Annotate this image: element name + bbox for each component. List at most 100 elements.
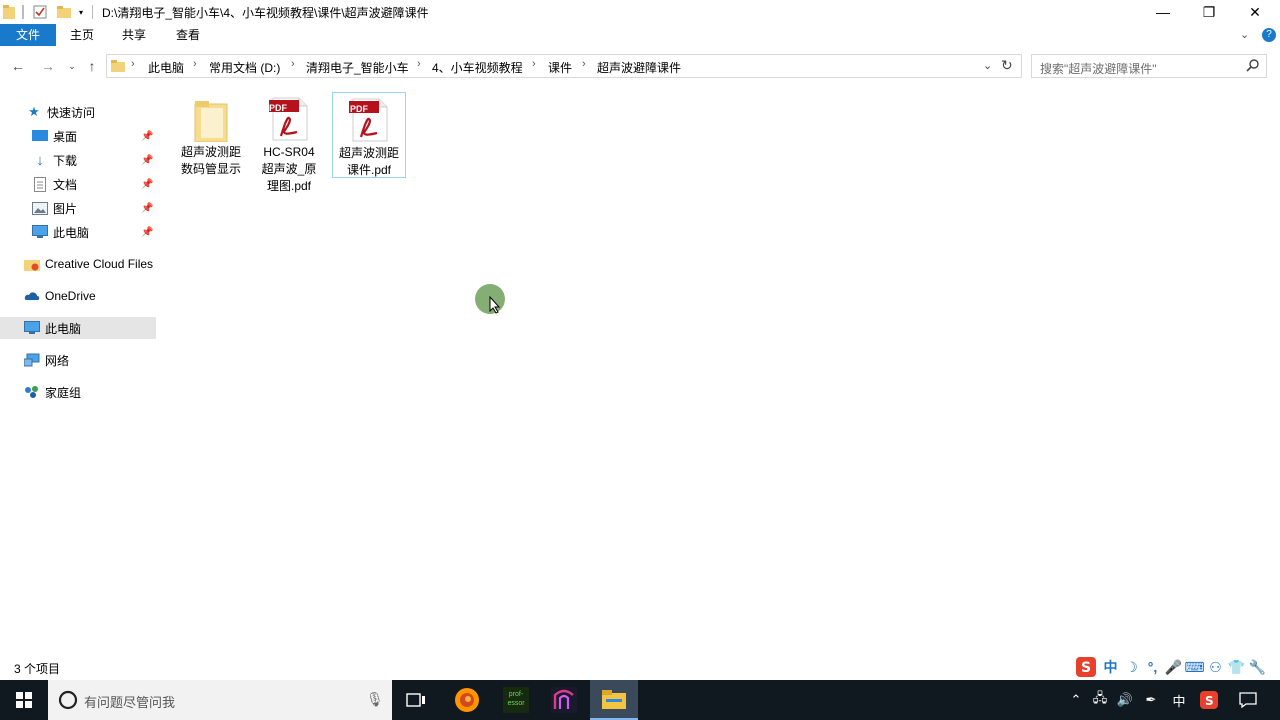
creative-cloud-folder-icon <box>24 256 40 272</box>
nav-quick-access[interactable]: ★ 快速访问 <box>0 101 156 123</box>
computer-icon <box>32 224 48 240</box>
pin-icon[interactable]: 📌 <box>141 131 153 142</box>
breadcrumb-smartcar[interactable]: 清翔电子_智能小车 <box>306 59 409 76</box>
network-icon <box>24 352 40 368</box>
cortana-search-box[interactable]: 有问题尽管问我 🎙 <box>48 680 392 720</box>
keil-app-icon[interactable] <box>540 680 588 720</box>
minimize-button[interactable]: — <box>1140 0 1186 24</box>
breadcrumb-separator[interactable]: › <box>193 58 197 70</box>
sogou-logo-icon[interactable]: S <box>1072 656 1100 678</box>
pen-icon[interactable]: ✒ <box>1140 680 1162 720</box>
search-box[interactable]: 搜索"超声波避障课件" <box>1031 54 1267 78</box>
properties-icon[interactable] <box>32 3 48 21</box>
nav-label: 桌面 <box>53 129 78 144</box>
breadcrumb-courseware[interactable]: 课件 <box>548 59 572 76</box>
file-label: HC-SR04 超声波_原 理图.pdf <box>261 145 317 193</box>
nav-label: 快速访问 <box>47 105 96 120</box>
title-bar: ▾ D:\清翔电子_智能小车\4、小车视频教程\课件\超声波避障课件 — ❐ ✕ <box>0 0 1280 24</box>
tab-file[interactable]: 文件 <box>0 24 56 46</box>
notification-center-icon[interactable] <box>1234 680 1262 720</box>
help-icon[interactable]: ? <box>1262 28 1276 42</box>
nav-this-pc[interactable]: 此电脑 <box>0 317 156 339</box>
refresh-icon[interactable]: ↻ <box>1001 57 1013 74</box>
download-arrow-icon: ↓ <box>36 151 44 169</box>
ribbon-tabs: 文件 主页 共享 查看 ⌄ ? <box>0 24 1280 46</box>
tab-home[interactable]: 主页 <box>62 24 102 46</box>
breadcrumb-drive-d[interactable]: 常用文档 (D:) <box>209 59 280 76</box>
tab-share[interactable]: 共享 <box>114 24 154 46</box>
svg-text:S: S <box>1081 660 1091 676</box>
close-button[interactable]: ✕ <box>1232 0 1278 24</box>
breadcrumb-separator[interactable]: › <box>532 58 536 70</box>
nav-creative-cloud[interactable]: Creative Cloud Files <box>0 253 156 275</box>
moon-icon[interactable]: ☽ <box>1121 656 1142 678</box>
address-bar[interactable]: › 此电脑 › 常用文档 (D:) › 清翔电子_智能小车 › 4、小车视频教程… <box>106 54 1022 78</box>
network-tray-icon[interactable]: 🖧 <box>1090 680 1110 720</box>
file-item-pdf-selected[interactable]: PDF 超声波测距 课件.pdf <box>332 92 406 178</box>
recent-locations-icon[interactable]: ⌄ <box>62 56 82 76</box>
homegroup-icon <box>24 384 40 400</box>
nav-downloads[interactable]: ↓ 下载 📌 <box>0 149 156 171</box>
breadcrumb-separator[interactable]: › <box>417 58 421 70</box>
wrench-icon[interactable]: 🔧 <box>1247 656 1268 678</box>
nav-this-pc-quick[interactable]: 此电脑 📌 <box>0 221 156 243</box>
pdf-file-icon: PDF <box>252 92 326 142</box>
file-item-pdf[interactable]: PDF HC-SR04 超声波_原 理图.pdf <box>252 92 326 195</box>
new-folder-icon[interactable] <box>56 3 72 21</box>
pin-icon[interactable]: 📌 <box>141 227 153 238</box>
ime-mode-indicator[interactable]: 中 <box>1100 656 1121 678</box>
professor-app-icon[interactable]: prof- essor <box>492 680 540 720</box>
pdf-badge-text: PDF <box>269 103 287 113</box>
nav-homegroup[interactable]: 家庭组 <box>0 381 156 403</box>
window-title: D:\清翔电子_智能小车\4、小车视频教程\课件\超声波避障课件 <box>102 6 429 20</box>
file-label: 超声波测距 课件.pdf <box>338 146 399 177</box>
user-icon[interactable]: ⚇ <box>1205 656 1226 678</box>
volume-icon[interactable]: 🔊 <box>1114 680 1136 720</box>
expand-ribbon-icon[interactable]: ⌄ <box>1240 28 1249 41</box>
file-item-folder[interactable]: 超声波测距 数码管显示 <box>174 92 248 178</box>
document-icon <box>32 176 48 192</box>
restore-button[interactable]: ❐ <box>1186 0 1232 24</box>
breadcrumb-separator[interactable]: › <box>582 58 586 70</box>
nav-pictures[interactable]: 图片 📌 <box>0 197 156 219</box>
punctuation-icon[interactable]: °, <box>1142 656 1163 678</box>
nav-desktop[interactable]: 桌面 📌 <box>0 125 156 147</box>
separator <box>22 5 24 19</box>
tray-chevron-up-icon[interactable]: ⌃ <box>1066 680 1086 720</box>
keyboard-icon[interactable]: ⌨ <box>1184 656 1205 678</box>
tab-view[interactable]: 查看 <box>168 24 208 46</box>
up-arrow-icon[interactable]: ↑ <box>82 56 102 76</box>
mouse-pointer-icon <box>489 295 501 317</box>
pin-icon[interactable]: 📌 <box>141 179 153 190</box>
breadcrumb-tutorials[interactable]: 4、小车视频教程 <box>432 59 523 76</box>
forward-arrow-icon[interactable]: → <box>38 56 58 76</box>
nav-documents[interactable]: 文档 📌 <box>0 173 156 195</box>
star-icon: ★ <box>28 104 40 119</box>
task-view-icon[interactable] <box>392 680 440 720</box>
firefox-app-icon[interactable] <box>443 680 491 720</box>
desktop-icon <box>32 128 48 144</box>
back-arrow-icon[interactable]: ← <box>8 56 28 76</box>
breadcrumb-separator[interactable]: › <box>131 58 135 70</box>
file-explorer-app-icon[interactable] <box>590 680 638 720</box>
breadcrumb-separator[interactable]: › <box>291 58 295 70</box>
search-icon[interactable] <box>1246 58 1260 75</box>
breadcrumb-this-pc[interactable]: 此电脑 <box>148 59 184 76</box>
customize-quick-access-icon[interactable]: ▾ <box>76 3 86 21</box>
microphone-icon[interactable]: 🎙 <box>366 691 384 708</box>
address-row: ← → ⌄ ↑ › 此电脑 › 常用文档 (D:) › 清翔电子_智能小车 › … <box>0 52 1280 80</box>
nav-onedrive[interactable]: OneDrive <box>0 285 156 307</box>
pin-icon[interactable]: 📌 <box>141 203 153 214</box>
nav-label: 此电脑 <box>53 225 90 240</box>
shirt-icon[interactable]: 👕 <box>1226 656 1247 678</box>
pdf-file-icon: PDF <box>333 93 405 143</box>
tray-ime-indicator[interactable]: 中 <box>1168 680 1190 720</box>
nav-network[interactable]: 网络 <box>0 349 156 371</box>
address-dropdown-icon[interactable]: ⌄ <box>983 59 992 72</box>
windows-start-icon[interactable] <box>0 680 48 720</box>
folder-icon <box>174 92 248 142</box>
pin-icon[interactable]: 📌 <box>141 155 153 166</box>
breadcrumb-current[interactable]: 超声波避障课件 <box>597 59 681 76</box>
sogou-tray-icon[interactable]: S <box>1196 680 1222 720</box>
microphone-icon[interactable]: 🎤 <box>1163 656 1184 678</box>
